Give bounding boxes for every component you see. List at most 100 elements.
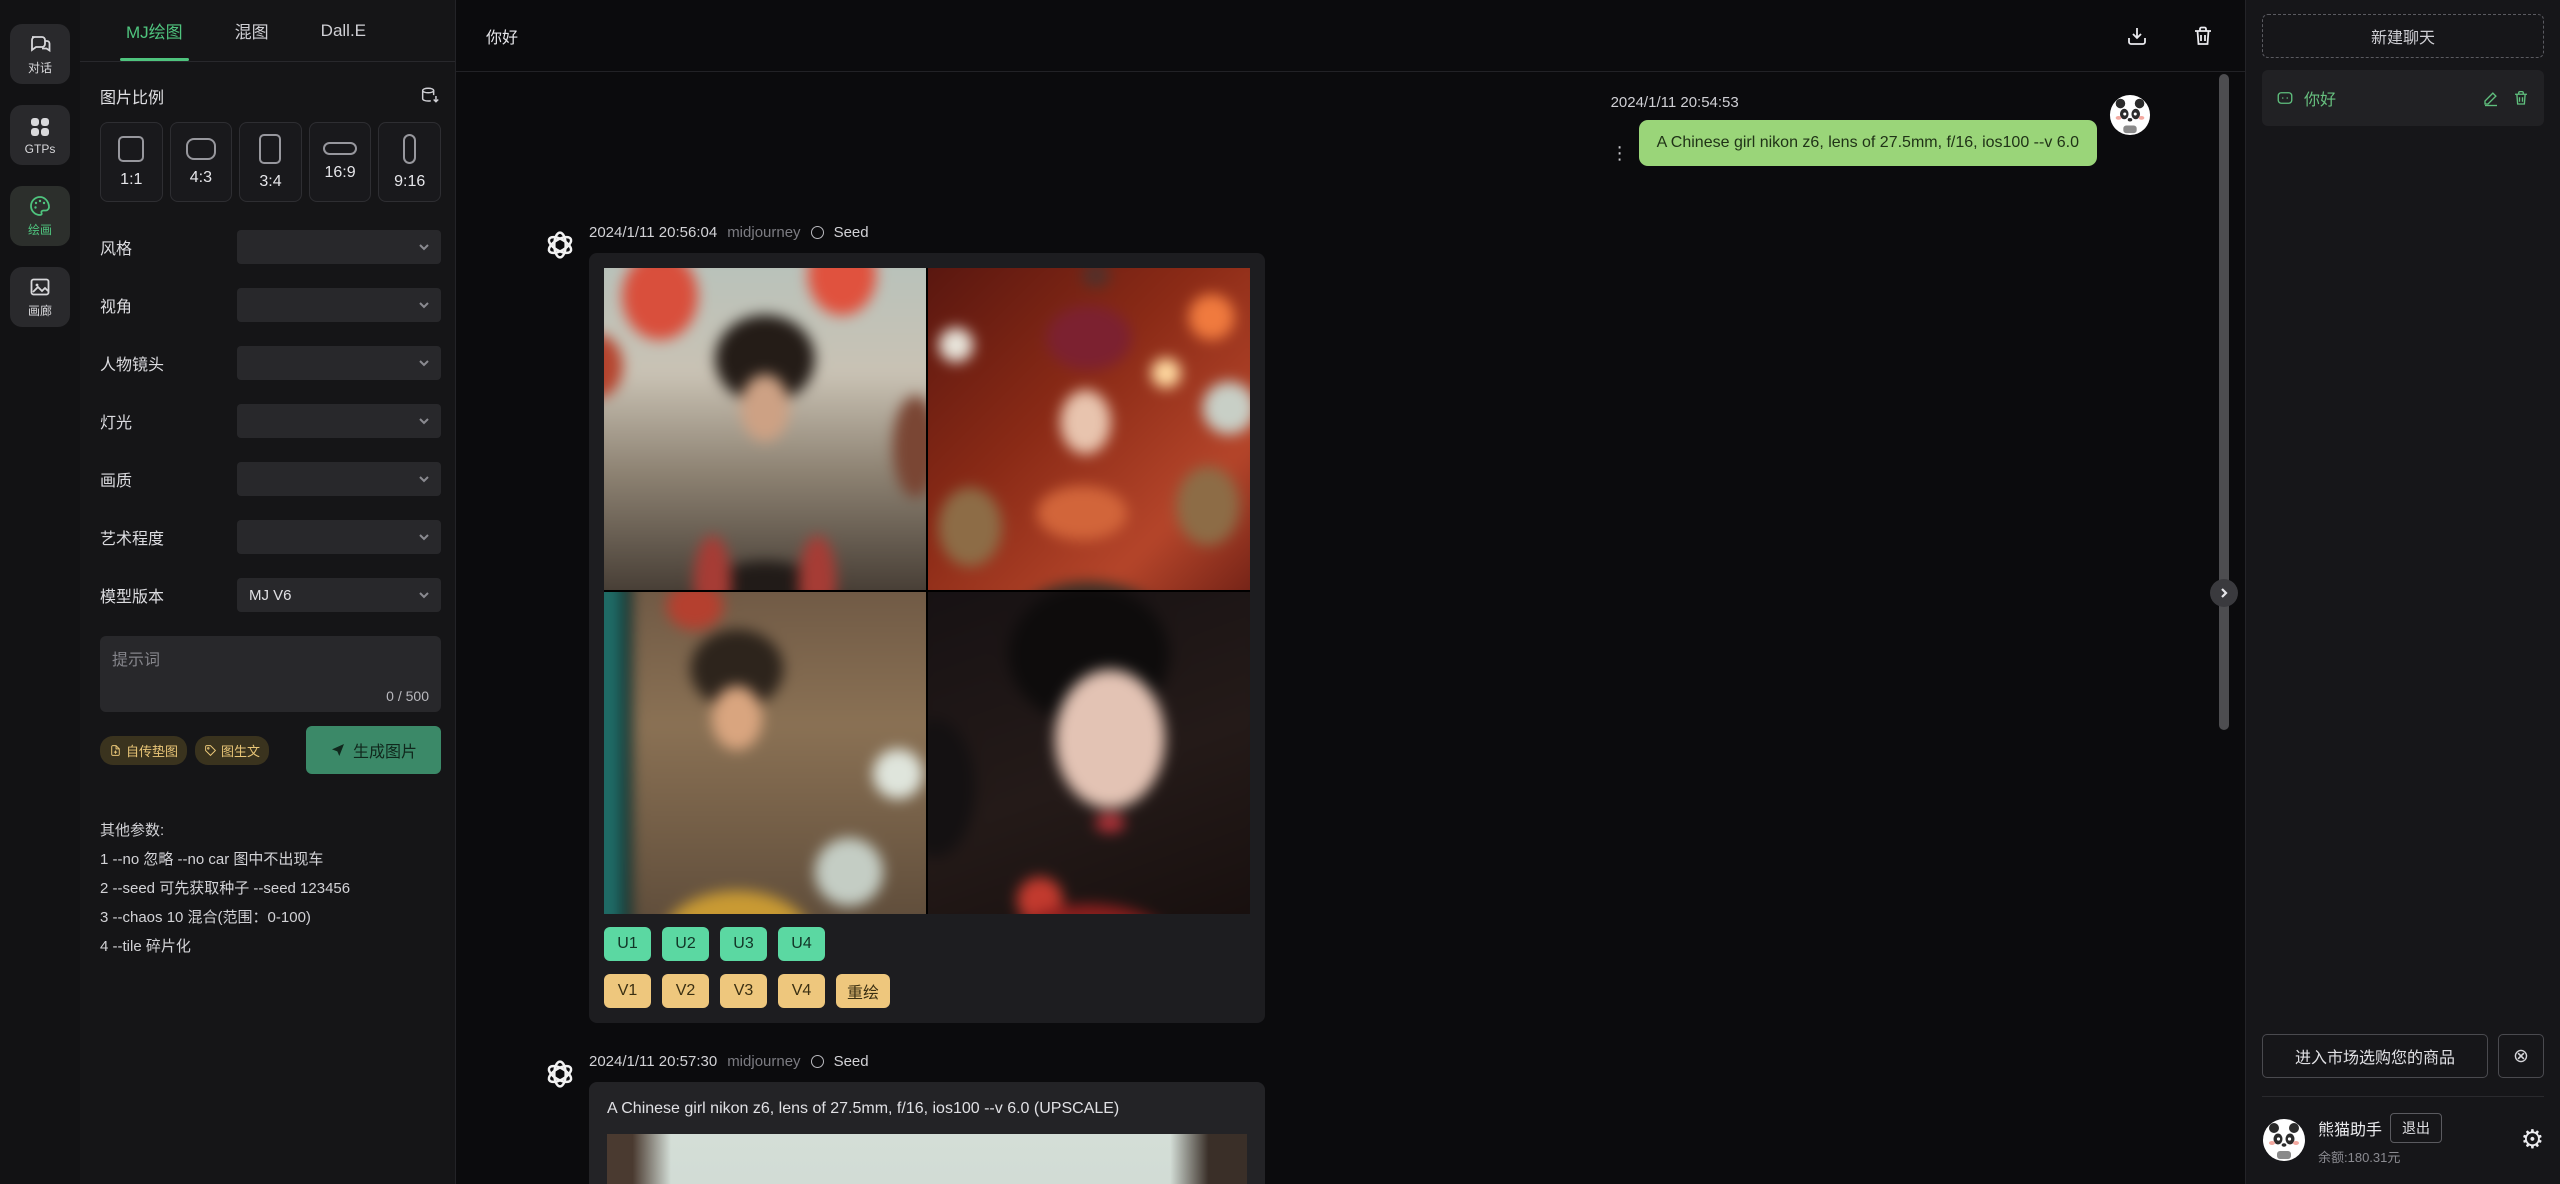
chevron-down-icon (417, 356, 431, 370)
file-plus-icon (109, 744, 122, 757)
redraw-button[interactable]: 重绘 (836, 974, 890, 1008)
close-circle-button[interactable]: ⊗ (2498, 1034, 2544, 1078)
aspect-label: 16:9 (325, 164, 356, 182)
session-sidebar: 新建聊天 你好 进入市场选购您的商品 ⊗ 熊猫助手 退出 (2245, 0, 2560, 1184)
aspect-4-3-button[interactable]: 4:3 (170, 122, 233, 202)
character-lens-select-label: 人物镜头 (100, 351, 237, 375)
chat-session-item[interactable]: 你好 (2262, 70, 2544, 126)
chat-session-label: 你好 (2304, 86, 2472, 110)
art-level-select-label: 艺术程度 (100, 525, 237, 549)
sidebar-item-chat[interactable]: 对话 (10, 24, 70, 84)
bot-message-upscale: 2024/1/11 20:57:30 midjourney Seed A Chi… (541, 1053, 2245, 1184)
generated-image-1-art (604, 268, 926, 590)
upscale-4-button[interactable]: U4 (778, 927, 825, 961)
delete-chat-icon[interactable] (2512, 89, 2530, 107)
aspect-16-9-shape-icon (323, 142, 357, 155)
tab-mj-draw[interactable]: MJ绘图 (124, 0, 185, 61)
send-icon (330, 742, 346, 758)
tab-dalle[interactable]: Dall.E (319, 3, 368, 59)
generated-image-3[interactable] (604, 592, 926, 914)
sidebar-item-label: GTPs (25, 142, 56, 156)
variation-1-button[interactable]: V1 (604, 974, 651, 1008)
extra-params: 其他参数: 1 --no 忽略 --no car 图中不出现车 2 --seed… (100, 816, 441, 961)
seed-link[interactable]: Seed (834, 1053, 869, 1070)
quality-select-label: 画质 (100, 467, 237, 491)
prompt-counter: 0 / 500 (386, 688, 429, 704)
image-grid (604, 268, 1250, 914)
extra-params-line: 2 --seed 可先获取种子 --seed 123456 (100, 874, 441, 903)
generated-image-2[interactable] (928, 268, 1250, 590)
model-version-select-label: 模型版本 (100, 583, 237, 607)
upscale-2-button[interactable]: U2 (662, 927, 709, 961)
bot-message-time: 2024/1/11 20:57:30 (589, 1053, 717, 1070)
app-root: 对话 GTPs 绘画 画廊 MJ绘图 混图 Dall.E 图片比例 (0, 0, 2560, 1184)
edit-icon[interactable] (2482, 89, 2500, 107)
lighting-select[interactable] (237, 404, 441, 438)
collapse-right-panel-button[interactable] (2210, 579, 2238, 607)
aspect-9-16-button[interactable]: 9:16 (378, 122, 441, 202)
style-select-label: 风格 (100, 235, 237, 259)
upscaled-image[interactable] (607, 1134, 1247, 1184)
circle-x-icon: ⊗ (2513, 1046, 2529, 1067)
tag-icon (204, 744, 217, 757)
openai-avatar (541, 1055, 579, 1093)
seed-link[interactable]: Seed (834, 224, 869, 241)
chevron-down-icon (417, 414, 431, 428)
user-avatar (2109, 94, 2151, 136)
account-name: 熊猫助手 (2318, 1116, 2382, 1140)
market-button[interactable]: 进入市场选购您的商品 (2262, 1034, 2488, 1078)
model-version-select-value: MJ V6 (249, 587, 292, 604)
tab-blend[interactable]: 混图 (233, 0, 271, 61)
sidebar-item-label: 对话 (28, 59, 52, 76)
upscale-1-button[interactable]: U1 (604, 927, 651, 961)
style-select[interactable] (237, 230, 441, 264)
upload-pad-image-button[interactable]: 自传垫图 (100, 736, 187, 765)
user-message-time: 2024/1/11 20:54:53 (1611, 94, 1739, 111)
aspect-1-1-shape-icon (118, 136, 144, 162)
quality-select[interactable] (237, 462, 441, 496)
character-lens-select[interactable] (237, 346, 441, 380)
bot-message-model: midjourney (727, 224, 800, 241)
chat-session-icon (2276, 89, 2294, 107)
sidebar-item-gallery[interactable]: 画廊 (10, 267, 70, 327)
model-version-select[interactable]: MJ V6 (237, 578, 441, 612)
upscale-3-button[interactable]: U3 (720, 927, 767, 961)
generated-image-1[interactable] (604, 268, 926, 590)
download-icon[interactable] (2125, 24, 2149, 48)
generated-image-4-art (928, 592, 1250, 914)
aspect-1-1-button[interactable]: 1:1 (100, 122, 163, 202)
aspect-16-9-button[interactable]: 16:9 (309, 122, 372, 202)
settings-gear-icon[interactable]: ⚙ (2521, 1125, 2544, 1155)
upload-pad-image-label: 自传垫图 (126, 741, 178, 760)
generated-image-4[interactable] (928, 592, 1250, 914)
sidebar-footer: 进入市场选购您的商品 ⊗ 熊猫助手 退出 余额:180.31元 ⚙ (2262, 1034, 2544, 1166)
preset-import-icon[interactable] (419, 85, 441, 107)
new-chat-button[interactable]: 新建聊天 (2262, 14, 2544, 58)
extra-params-line: 3 --chaos 10 混合(范围：0-100) (100, 903, 441, 932)
upscale-message-card: A Chinese girl nikon z6, lens of 27.5mm,… (589, 1082, 1265, 1184)
art-level-select[interactable] (237, 520, 441, 554)
generate-image-button[interactable]: 生成图片 (306, 726, 441, 774)
aspect-4-3-shape-icon (186, 138, 216, 160)
sidebar-item-draw[interactable]: 绘画 (10, 186, 70, 246)
variation-4-button[interactable]: V4 (778, 974, 825, 1008)
chat-scrollbar[interactable] (2219, 74, 2229, 730)
sidebar-item-gtps[interactable]: GTPs (10, 105, 70, 165)
extra-params-line: 4 --tile 碎片化 (100, 932, 441, 961)
variation-2-button[interactable]: V2 (662, 974, 709, 1008)
prompt-box: 0 / 500 (100, 636, 441, 712)
message-menu-icon[interactable]: ⋮ (1611, 144, 1629, 166)
aspect-ratio-group: 1:1 4:3 3:4 16:9 9:16 (100, 122, 441, 202)
chevron-down-icon (417, 530, 431, 544)
chevron-down-icon (417, 472, 431, 486)
view-angle-select[interactable] (237, 288, 441, 322)
chevron-down-icon (417, 240, 431, 254)
image-to-text-button[interactable]: 图生文 (195, 736, 269, 765)
variation-3-button[interactable]: V3 (720, 974, 767, 1008)
trash-icon[interactable] (2191, 24, 2215, 48)
aspect-3-4-button[interactable]: 3:4 (239, 122, 302, 202)
chat-header: 你好 (456, 0, 2245, 72)
sidebar-item-label: 绘画 (28, 221, 52, 238)
logout-button[interactable]: 退出 (2390, 1113, 2442, 1143)
aspect-9-16-shape-icon (403, 134, 416, 164)
